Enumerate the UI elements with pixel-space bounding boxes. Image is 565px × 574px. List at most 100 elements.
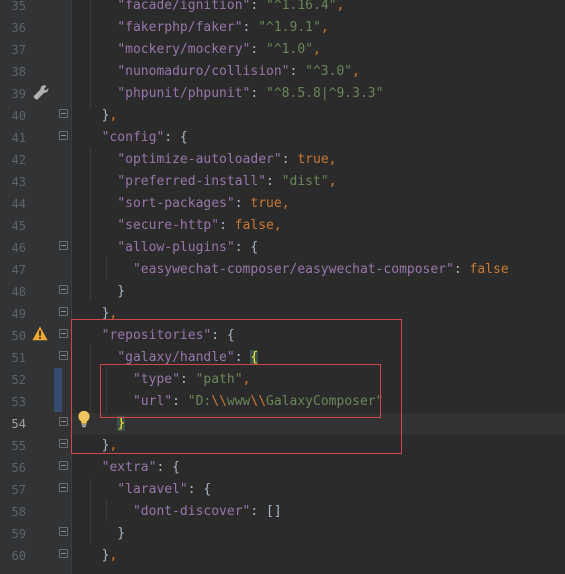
code-line[interactable]: 58 "dont-discover": [] [0, 501, 565, 523]
code-text[interactable]: } [86, 523, 125, 545]
code-token: : [453, 262, 470, 277]
code-token: "phpunit/phpunit" [117, 86, 251, 101]
fold-marker[interactable] [59, 307, 68, 316]
code-text[interactable]: "sort-packages": true, [86, 193, 290, 215]
warning-icon[interactable] [32, 326, 48, 341]
code-token: false [469, 262, 509, 277]
code-token: : [] [250, 504, 282, 519]
code-line[interactable]: 48 } [0, 281, 565, 303]
line-number: 42 [11, 153, 26, 167]
code-token: : { [187, 482, 212, 497]
code-text[interactable]: "preferred-install": "dist", [86, 171, 336, 193]
code-line[interactable]: 39 "phpunit/phpunit": "^8.5.8|^9.3.3" [0, 83, 565, 105]
code-token: : [281, 152, 298, 167]
line-number: 41 [11, 131, 26, 145]
code-token: "nunomaduro/collision" [117, 64, 290, 79]
code-token: "^3.0" [305, 64, 353, 79]
code-line[interactable]: 40 }, [0, 105, 565, 127]
fold-marker[interactable] [59, 439, 68, 448]
code-text[interactable]: "nunomaduro/collision": "^3.0", [86, 61, 360, 83]
fold-marker[interactable] [59, 549, 68, 558]
code-line[interactable]: 56 "extra": { [0, 457, 565, 479]
line-number: 46 [11, 241, 26, 255]
code-text[interactable]: "laravel": { [86, 479, 211, 501]
line-number: 51 [11, 351, 26, 365]
line-number: 39 [11, 87, 26, 101]
code-token: : { [234, 240, 259, 255]
code-token: : [250, 86, 267, 101]
code-text[interactable]: "facade/ignition": "^1.16.4", [86, 0, 344, 17]
code-token: , [328, 174, 337, 189]
line-number: 38 [11, 65, 26, 79]
code-token: "easywechat-composer/easywechat-composer… [132, 262, 454, 277]
code-line[interactable]: 35 "facade/ignition": "^1.16.4", [0, 0, 565, 17]
code-text[interactable]: "dont-discover": [] [86, 501, 282, 523]
code-text[interactable]: }, [86, 105, 118, 127]
code-text[interactable]: "config": { [86, 127, 188, 149]
code-token: : [234, 196, 251, 211]
code-token: "facade/ignition" [117, 0, 251, 13]
fold-marker[interactable] [59, 417, 68, 426]
fold-marker[interactable] [59, 241, 68, 250]
code-editor[interactable]: 35 "facade/ignition": "^1.16.4", 36 "fake… [0, 0, 565, 574]
code-token: , [313, 42, 321, 57]
code-text[interactable]: }, [86, 545, 118, 567]
code-line[interactable]: 37 "mockery/mockery": "^1.0", [0, 39, 565, 61]
code-token: "fakerphp/faker" [117, 20, 243, 35]
code-line[interactable]: 41 "config": { [0, 127, 565, 149]
code-text[interactable]: "easywechat-composer/easywechat-composer… [86, 259, 509, 281]
code-token: , [320, 20, 329, 35]
code-line[interactable]: 57 "laravel": { [0, 479, 565, 501]
code-line[interactable]: 47 "easywechat-composer/easywechat-compo… [0, 259, 565, 281]
code-text[interactable]: "optimize-autoloader": true, [86, 149, 336, 171]
code-line[interactable]: 60 }, [0, 545, 565, 567]
code-text[interactable]: "phpunit/phpunit": "^8.5.8|^9.3.3" [86, 83, 383, 105]
line-number: 58 [11, 505, 26, 519]
line-number: 47 [11, 263, 26, 277]
code-line[interactable]: 44 "sort-packages": true, [0, 193, 565, 215]
line-number: 44 [11, 197, 26, 211]
line-number: 37 [11, 43, 26, 57]
fold-marker[interactable] [59, 329, 68, 338]
code-line[interactable]: 46 "allow-plugins": { [0, 237, 565, 259]
fold-marker[interactable] [59, 131, 68, 140]
fold-marker[interactable] [59, 483, 68, 492]
fold-marker[interactable] [59, 109, 68, 118]
code-line[interactable]: 42 "optimize-autoloader": true, [0, 149, 565, 171]
code-token: "sort-packages" [117, 196, 235, 211]
code-text[interactable]: "secure-http": false, [86, 215, 282, 237]
line-number: 43 [11, 175, 26, 189]
code-token: "dont-discover" [132, 504, 251, 519]
code-token: } [86, 284, 126, 299]
fold-marker[interactable] [59, 527, 68, 536]
code-text[interactable]: "mockery/mockery": "^1.0", [86, 39, 321, 61]
code-token: , [273, 218, 282, 233]
line-number: 52 [11, 373, 26, 387]
wrench-icon[interactable] [33, 84, 49, 100]
code-token: true [297, 152, 329, 167]
code-token: "preferred-install" [117, 174, 267, 189]
code-text[interactable]: "extra": { [86, 457, 180, 479]
code-line[interactable]: 59 } [0, 523, 565, 545]
code-line[interactable]: 45 "secure-http": false, [0, 215, 565, 237]
code-token: "dist" [281, 174, 329, 189]
code-text[interactable]: "fakerphp/faker": "^1.9.1", [86, 17, 329, 39]
fold-marker[interactable] [59, 461, 68, 470]
line-number: 56 [11, 461, 26, 475]
fold-marker[interactable] [59, 351, 68, 360]
code-token: "config" [101, 130, 165, 145]
fold-marker[interactable] [59, 285, 68, 294]
code-token: "^1.0" [266, 42, 313, 57]
code-token: : [242, 20, 259, 35]
code-line[interactable]: 36 "fakerphp/faker": "^1.9.1", [0, 17, 565, 39]
code-token: , [281, 196, 290, 211]
code-line[interactable]: 38 "nunomaduro/collision": "^3.0", [0, 61, 565, 83]
code-text[interactable]: } [86, 281, 125, 303]
code-text[interactable]: "allow-plugins": { [86, 237, 258, 259]
code-token: : { [156, 460, 180, 475]
code-line[interactable]: 43 "preferred-install": "dist", [0, 171, 565, 193]
